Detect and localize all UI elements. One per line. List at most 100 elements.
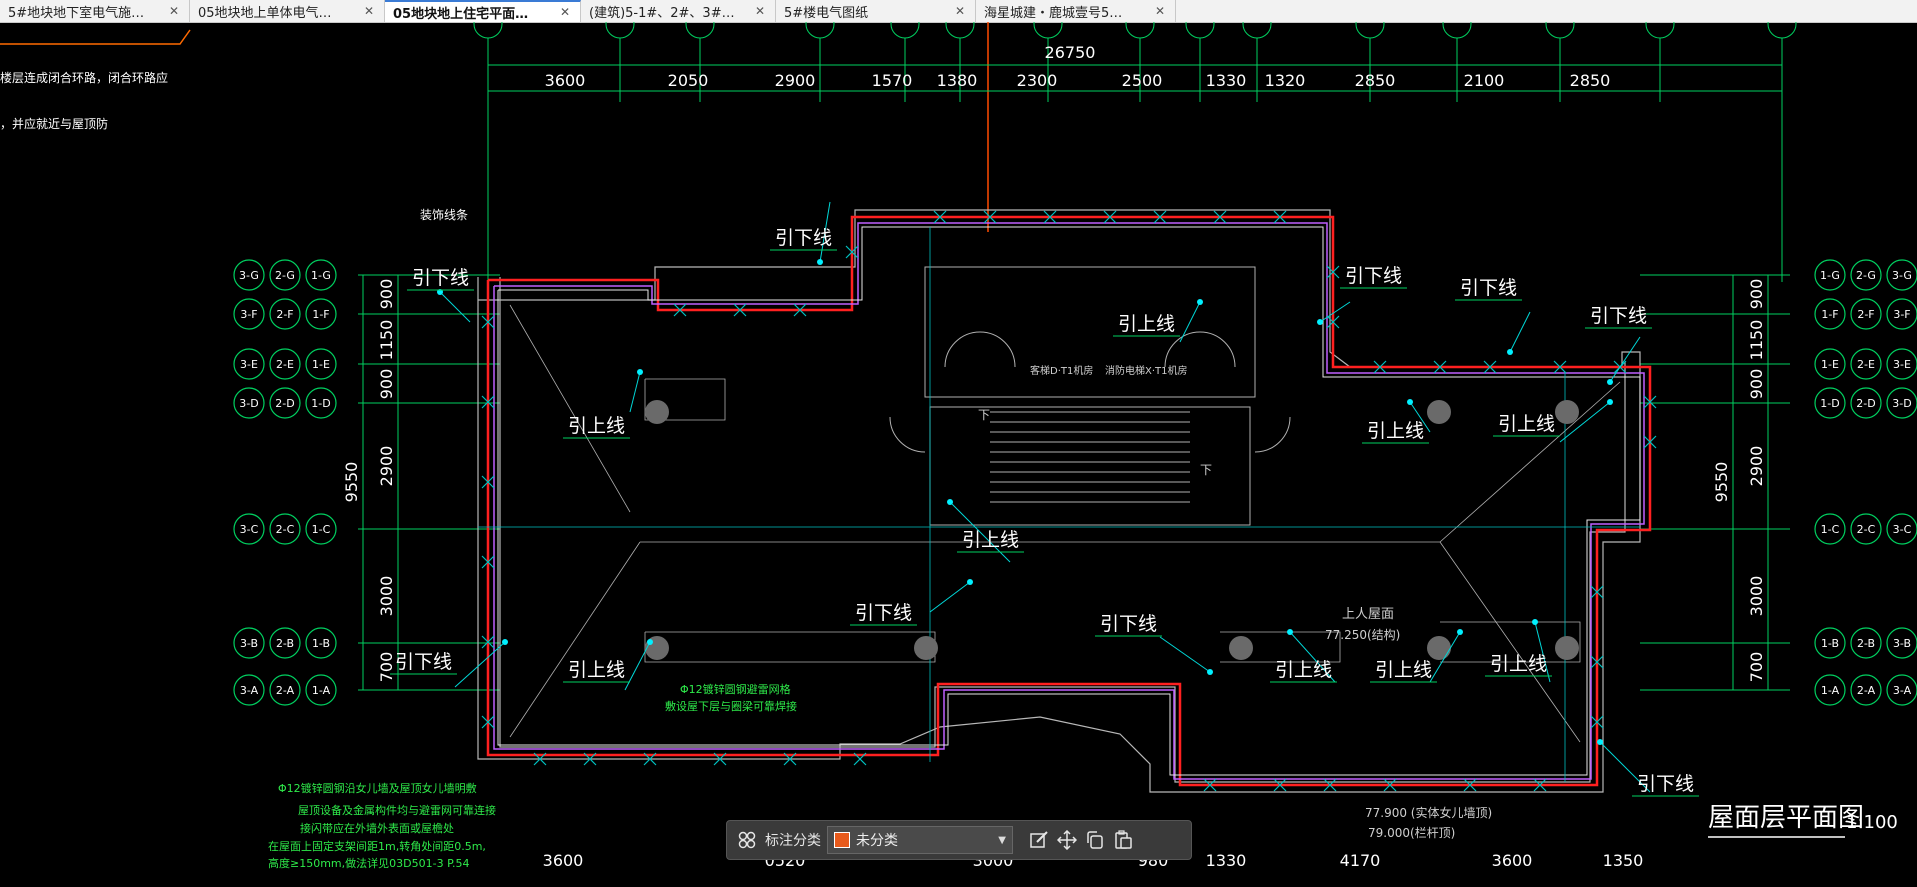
bottom-dim-text: 1330 <box>1206 851 1247 870</box>
paste-icon[interactable] <box>1109 826 1137 854</box>
callout-text: 引下线 <box>412 267 469 289</box>
callout-arrowhead <box>967 579 973 585</box>
move-icon[interactable] <box>1053 826 1081 854</box>
callout-7: 引上线 <box>1362 399 1431 444</box>
note-mesh-1: Φ12镀锌圆钢避雷网格 <box>680 682 791 696</box>
close-icon[interactable]: ✕ <box>1153 4 1167 18</box>
tab-label: 5#楼电气图纸 <box>784 5 869 21</box>
tab-label: 05地块地上单体电气… <box>198 5 332 21</box>
bottom-dim-text: 1350 <box>1603 851 1644 870</box>
callout-arrowhead <box>637 369 643 375</box>
callout-arrowhead <box>1407 399 1413 405</box>
chevron-down-icon: ▼ <box>998 834 1006 846</box>
top-dim-text: 2900 <box>775 71 816 90</box>
axis-bubble <box>805 22 835 39</box>
callout-text: 引下线 <box>855 602 912 624</box>
callout-leader <box>929 581 971 613</box>
top-dim-text: 2050 <box>668 71 709 90</box>
axis-label: 1-F <box>312 308 329 321</box>
axis-bubble <box>890 22 920 39</box>
top-dim-text: 2500 <box>1122 71 1163 90</box>
callout-leader <box>439 291 471 323</box>
axis-label: 2-D <box>1856 397 1875 410</box>
left-dim-text: 900 <box>377 279 396 310</box>
axis-label: 3-F <box>240 308 257 321</box>
callout-text: 引下线 <box>1100 613 1157 635</box>
axis-label: 1-F <box>1821 308 1838 321</box>
left-dim-text: 700 <box>377 652 396 683</box>
close-icon[interactable]: ✕ <box>362 4 376 18</box>
axis-label: 3-B <box>1893 637 1911 650</box>
copy-icon[interactable] <box>1081 826 1109 854</box>
callout-2: 引上线 <box>563 369 643 439</box>
callout-text: 引上线 <box>1118 313 1175 335</box>
tab-5[interactable]: 海星城建・鹿城壹号5… ✕ <box>976 0 1176 22</box>
top-axis-bubbles <box>473 22 1797 39</box>
edit-icon[interactable] <box>1025 826 1053 854</box>
annotation-category-label: 标注分类 <box>765 833 821 849</box>
roof-drain <box>645 400 669 424</box>
axis-bubble <box>1767 22 1797 39</box>
callout-text: 引下线 <box>775 227 832 249</box>
callouts: 引下线引下线引上线引下线引下线引下线引上线引上线 引上线引上线引下线引上线引下线引… <box>390 201 1699 797</box>
stair-down-1: 下 <box>978 408 990 422</box>
top-dim-text: 1330 <box>1206 71 1247 90</box>
callout-arrowhead <box>1507 349 1513 355</box>
axis-label: 1-B <box>312 637 330 650</box>
annotation-category-select[interactable]: 未分类 ▼ <box>827 826 1013 854</box>
axis-label: 1-C <box>1821 523 1840 536</box>
left-dim-text: 1150 <box>377 320 396 361</box>
callout-leader <box>1319 301 1351 323</box>
axis-label: 3-B <box>240 637 258 650</box>
axis-label: 1-G <box>311 269 331 282</box>
axis-label: 2-G <box>275 269 295 282</box>
axis-label: 1-E <box>312 358 330 371</box>
callout-text: 引下线 <box>1637 773 1694 795</box>
tab-2[interactable]: 05地块地上住宅平面… ✕ <box>385 0 581 22</box>
dimension-texts: 3600 2050 2900 1570 1380 2300 2500 1330 1320 2850… <box>342 43 1766 870</box>
callout-text: 引上线 <box>1375 659 1432 681</box>
callout-10: 引下线 <box>850 579 973 626</box>
roof-label: 上人屋面 <box>1342 607 1394 622</box>
top-dim-text: 1380 <box>937 71 978 90</box>
axis-label: 1-E <box>1821 358 1839 371</box>
axis-label: 2-B <box>276 637 294 650</box>
roof-drain <box>1555 400 1579 424</box>
grid-icon[interactable] <box>733 826 761 854</box>
roof-drain <box>914 636 938 660</box>
cad-canvas[interactable]: 3-G 2-G 1-G 3-F 2-F 1-F 3-E 2-E 1-E 3-D 2-D 1-D 3-C 2… <box>0 22 1917 887</box>
callout-arrowhead <box>1607 399 1613 405</box>
axis-label: 2-E <box>1857 358 1875 371</box>
tab-1[interactable]: 05地块地上单体电气… ✕ <box>190 0 385 22</box>
axis-label: 2-C <box>276 523 295 536</box>
cyan-reference-lines <box>478 227 1640 782</box>
close-icon[interactable]: ✕ <box>753 4 767 18</box>
callout-leader <box>1509 311 1531 353</box>
axis-label: 1-B <box>1821 637 1839 650</box>
right-dim-text: 900 <box>1747 279 1766 310</box>
drawing-title: 屋面层平面图 <box>1708 803 1864 833</box>
left-axis-bubbles: 3-G 2-G 1-G 3-F 2-F 1-F 3-E 2-E 1-E 3-D 2-D 1-D 3-C 2… <box>233 259 337 706</box>
roof-drain <box>1555 636 1579 660</box>
callout-text: 引上线 <box>1490 653 1547 675</box>
axis-bubble <box>1125 22 1155 39</box>
close-icon[interactable]: ✕ <box>558 5 572 19</box>
axis-label: 3-D <box>1892 397 1911 410</box>
close-icon[interactable]: ✕ <box>953 4 967 18</box>
callout-arrowhead <box>1597 739 1603 745</box>
close-icon[interactable]: ✕ <box>167 4 181 18</box>
callout-leader <box>624 641 651 691</box>
tab-0[interactable]: 5#地块地下室电气施… ✕ <box>0 0 190 22</box>
note-bottom-4: 在屋面上固定支架间距1m,转角处间距0.5m, <box>268 839 486 853</box>
room-label-fire-elevator: 消防电梯X·T1机房 <box>1105 364 1188 377</box>
callout-text: 引上线 <box>1498 413 1555 435</box>
axis-label: 3-F <box>1893 308 1910 321</box>
bottom-dim-text: 3600 <box>1492 851 1533 870</box>
axis-label: 3-A <box>1893 684 1912 697</box>
axis-label: 3-C <box>1893 523 1912 536</box>
tab-4[interactable]: 5#楼电气图纸 ✕ <box>776 0 976 22</box>
callout-text: 引上线 <box>568 659 625 681</box>
callout-leader <box>629 371 641 413</box>
tab-3[interactable]: (建筑)5-1#、2#、3#… ✕ <box>581 0 776 22</box>
axis-bubble <box>1545 22 1575 39</box>
